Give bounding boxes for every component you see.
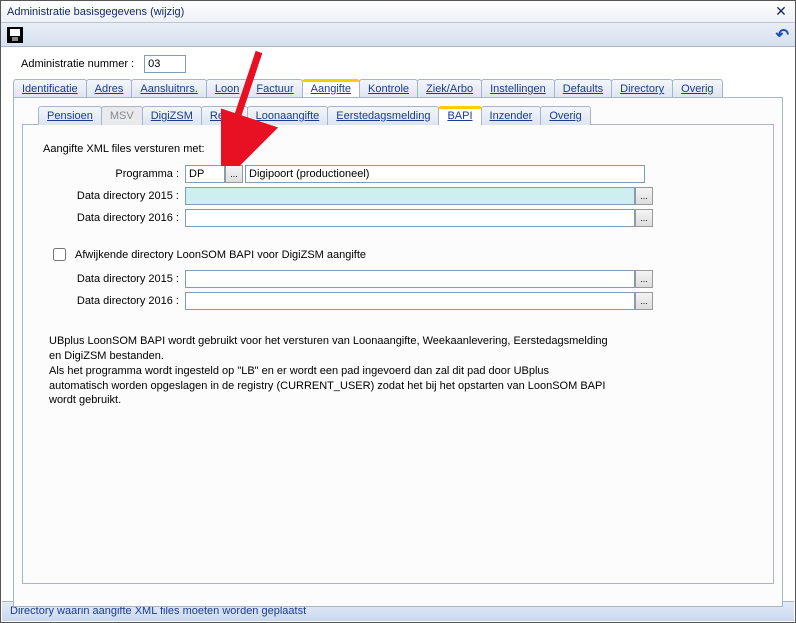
afw-dir2016-input[interactable] <box>185 292 635 310</box>
tab-loon[interactable]: Loon <box>206 79 248 98</box>
tab-aansluitnrs-[interactable]: Aansluitnrs. <box>131 79 206 98</box>
tab-instellingen[interactable]: Instellingen <box>481 79 555 98</box>
info-text: UBplus LoonSOM BAPI wordt gebruikt voor … <box>49 334 609 408</box>
subtab-overig[interactable]: Overig <box>540 106 590 125</box>
afw-dir2016-label: Data directory 2016 : <box>43 295 185 307</box>
tabs-sub: PensioenMSVDigiZSMRetexLoonaangifteEerst… <box>38 106 774 125</box>
afw-dir2015-input[interactable] <box>185 270 635 288</box>
section-heading: Aangifte XML files versturen met: <box>43 143 753 155</box>
tab-aangifte[interactable]: Aangifte <box>302 79 360 98</box>
programma-input[interactable] <box>185 165 225 183</box>
subtab-pensioen[interactable]: Pensioen <box>38 106 102 125</box>
subtab-digizsm[interactable]: DigiZSM <box>142 106 202 125</box>
dir2016-label: Data directory 2016 : <box>43 212 185 224</box>
tab-directory[interactable]: Directory <box>611 79 673 98</box>
tab-kontrole[interactable]: Kontrole <box>359 79 418 98</box>
close-icon[interactable]: ✕ <box>773 4 789 20</box>
programma-label: Programma : <box>43 168 185 180</box>
title-bar: Administratie basisgegevens (wijzig) ✕ <box>1 1 795 23</box>
save-icon[interactable] <box>7 27 23 43</box>
subtab-eerstedagsmelding[interactable]: Eerstedagsmelding <box>327 106 439 125</box>
dir2016-input[interactable] <box>185 209 635 227</box>
tab-overig[interactable]: Overig <box>672 79 722 98</box>
subtab-msv: MSV <box>101 106 143 125</box>
dir2015-browse-button[interactable]: ... <box>635 187 653 205</box>
tab-panel-sub: Aangifte XML files versturen met: Progra… <box>22 124 774 584</box>
subtab-retex[interactable]: Retex <box>201 106 248 125</box>
tabs-main: IdentificatieAdresAansluitnrs.LoonFactuu… <box>13 79 783 98</box>
window-title: Administratie basisgegevens (wijzig) <box>7 6 184 18</box>
toolbar: ↶ <box>1 23 795 47</box>
tab-ziek-arbo[interactable]: Ziek/Arbo <box>417 79 482 98</box>
dir2016-browse-button[interactable]: ... <box>635 209 653 227</box>
tab-panel-main: PensioenMSVDigiZSMRetexLoonaangifteEerst… <box>13 97 783 607</box>
programma-browse-button[interactable]: ... <box>225 165 243 183</box>
afw-dir2015-browse-button[interactable]: ... <box>635 270 653 288</box>
undo-icon[interactable]: ↶ <box>776 25 789 45</box>
tab-adres[interactable]: Adres <box>86 79 133 98</box>
afwijkende-checkbox[interactable] <box>53 248 66 261</box>
programma-desc-input[interactable] <box>245 165 645 183</box>
subtab-inzender[interactable]: Inzender <box>481 106 542 125</box>
tab-identificatie[interactable]: Identificatie <box>13 79 87 98</box>
tab-defaults[interactable]: Defaults <box>554 79 612 98</box>
afw-dir2015-label: Data directory 2015 : <box>43 273 185 285</box>
subtab-loonaangifte[interactable]: Loonaangifte <box>247 106 329 125</box>
tab-factuur[interactable]: Factuur <box>247 79 302 98</box>
afwijkende-label: Afwijkende directory LoonSOM BAPI voor D… <box>75 249 366 261</box>
admin-number-input[interactable] <box>144 55 186 73</box>
dir2015-input[interactable] <box>185 187 635 205</box>
subtab-bapi[interactable]: BAPI <box>438 106 481 125</box>
admin-number-label: Administratie nummer : <box>21 58 140 70</box>
afw-dir2016-browse-button[interactable]: ... <box>635 292 653 310</box>
dir2015-label: Data directory 2015 : <box>43 190 185 202</box>
